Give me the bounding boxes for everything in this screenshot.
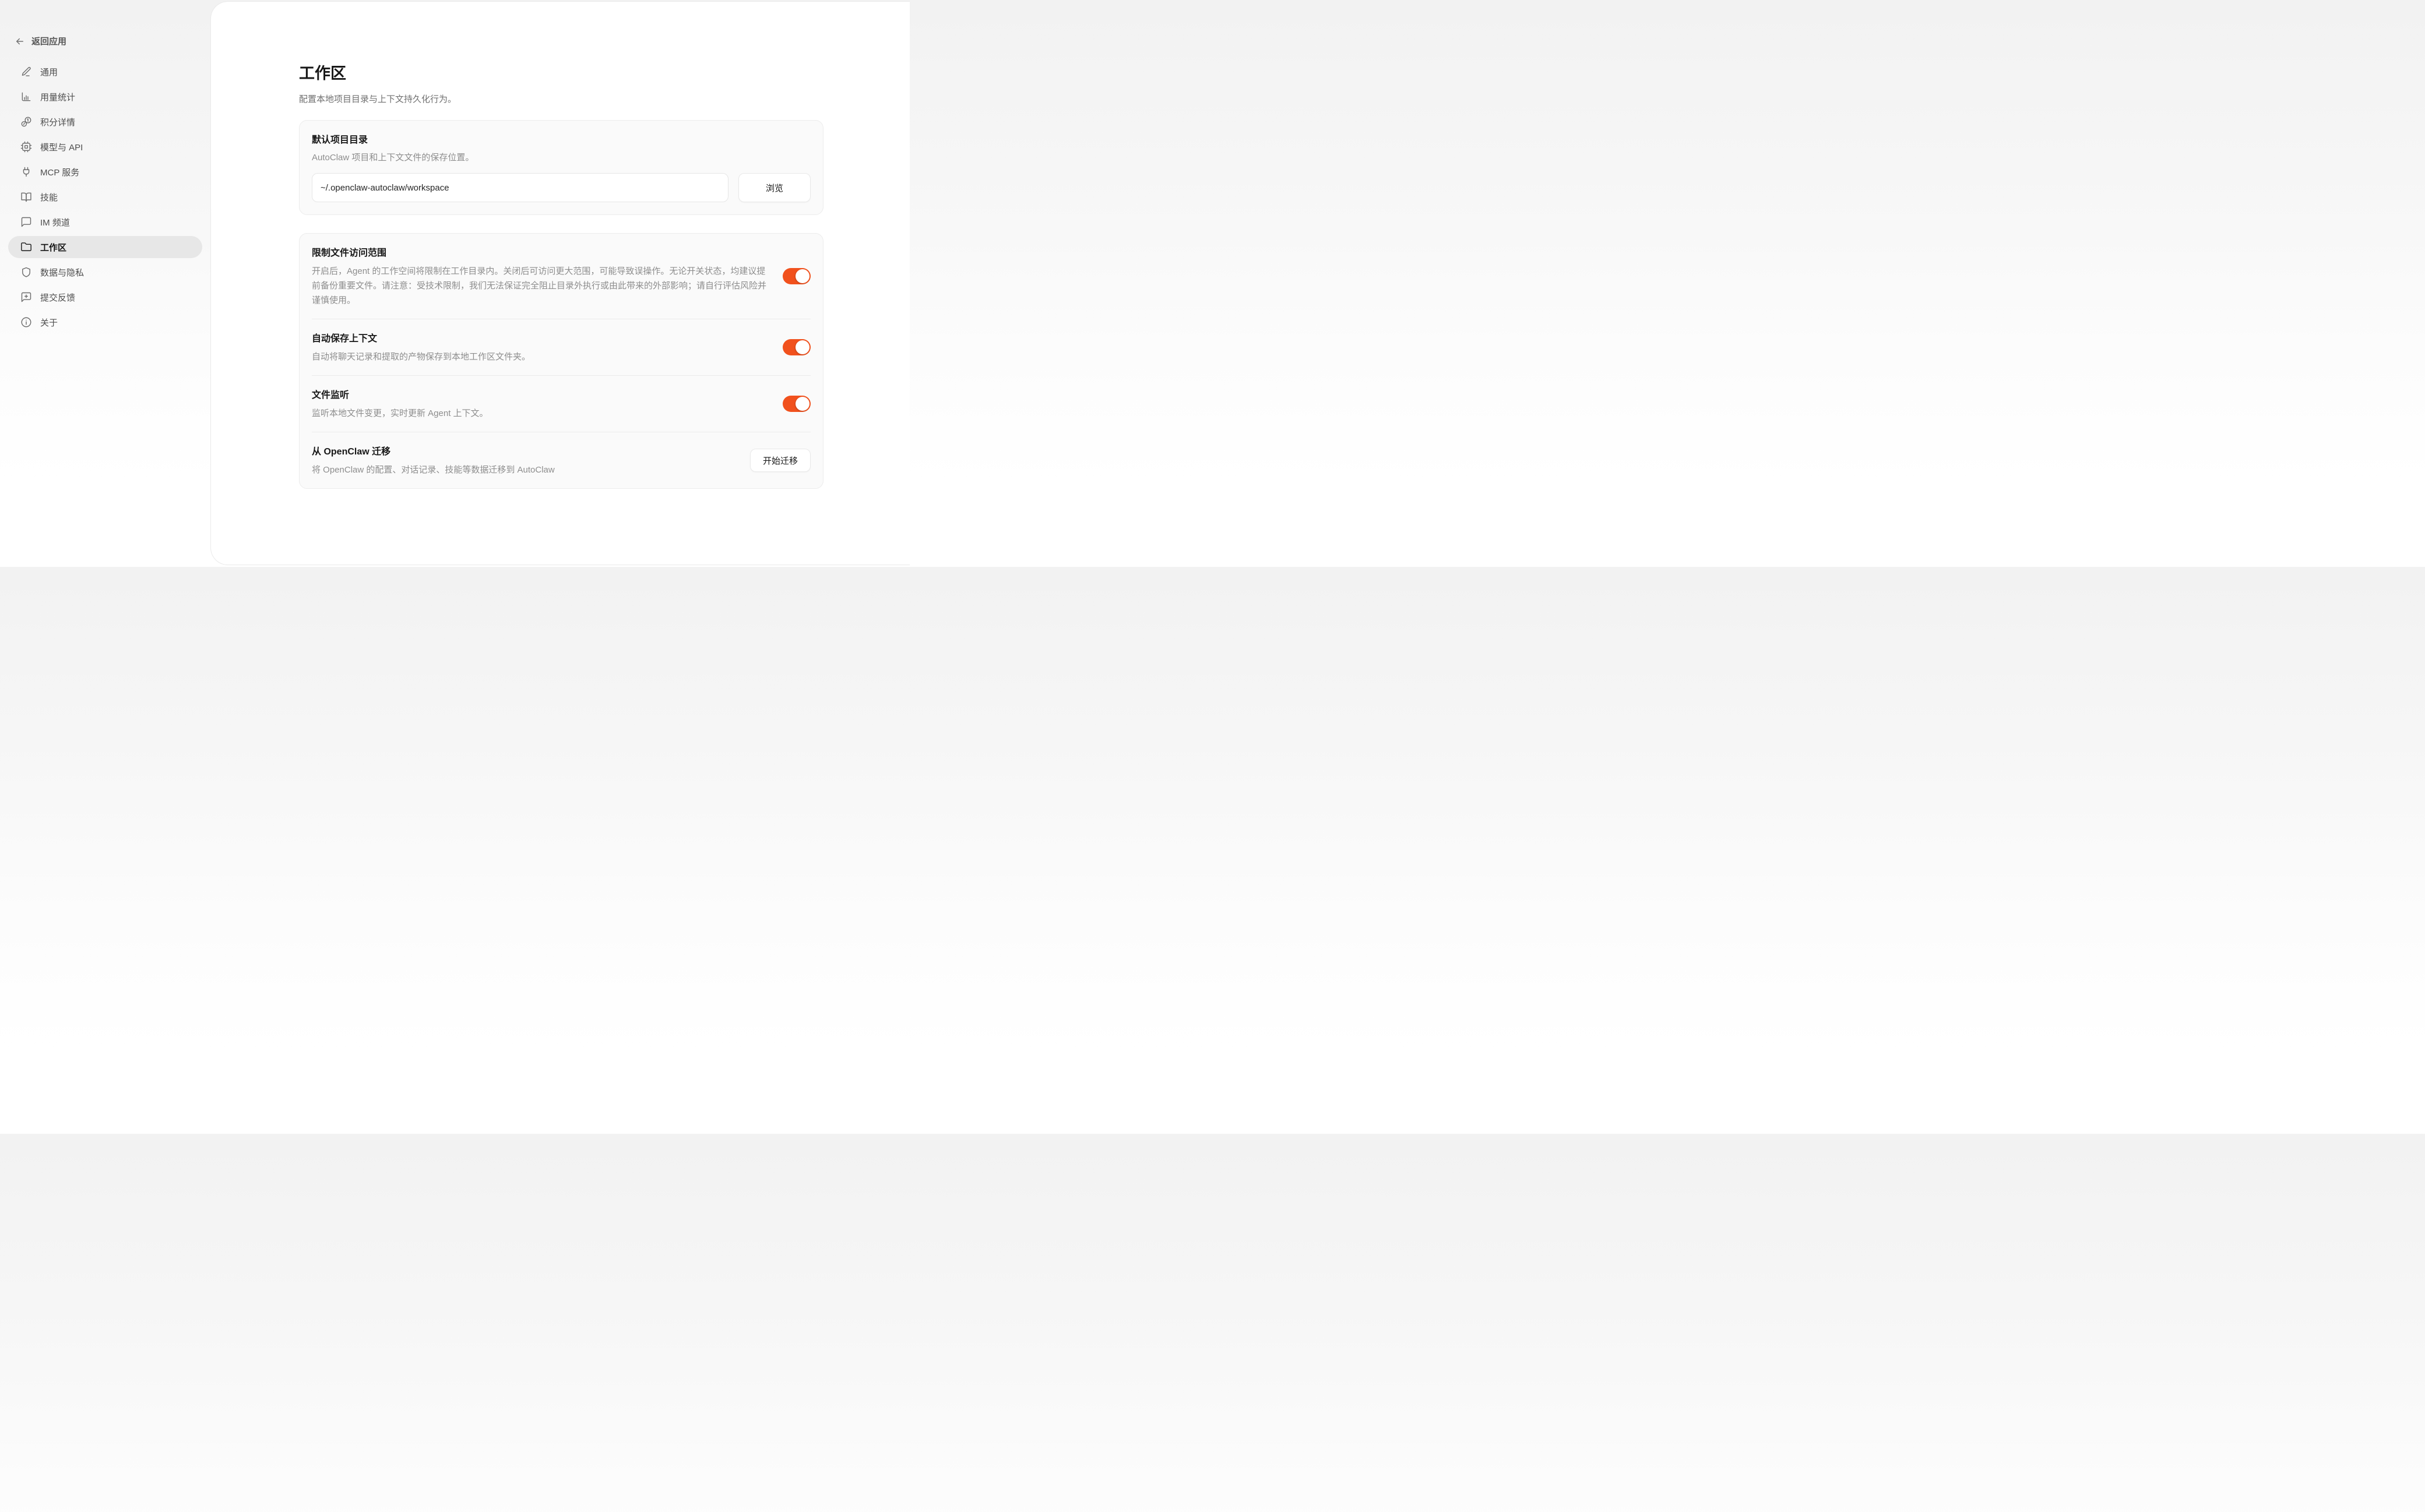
file-watch-title: 文件监听 [312, 387, 769, 401]
toggle-knob [796, 340, 809, 354]
sidebar-nav: 通用 用量统计 积分详情 模型与 API [8, 61, 202, 333]
sidebar-item-workspace[interactable]: 工作区 [8, 236, 202, 258]
toggle-knob [796, 269, 809, 283]
sidebar-item-label: 模型与 API [40, 141, 83, 153]
file-watch-toggle[interactable] [783, 396, 811, 412]
settings-sidebar: 返回应用 通用 用量统计 积分详情 [0, 0, 210, 567]
restrict-file-access-row: 限制文件访问范围 开启后，Agent 的工作空间将限制在工作目录内。关闭后可访问… [300, 234, 823, 319]
sidebar-item-skills[interactable]: 技能 [8, 186, 202, 208]
sidebar-item-label: 通用 [40, 66, 58, 78]
sidebar-item-label: 工作区 [40, 241, 66, 253]
sidebar-item-data-privacy[interactable]: 数据与隐私 [8, 261, 202, 283]
sidebar-item-label: 技能 [40, 191, 58, 203]
coins-icon [20, 116, 32, 128]
auto-save-context-title: 自动保存上下文 [312, 330, 769, 344]
back-to-app-label: 返回应用 [31, 35, 66, 47]
start-migration-button[interactable]: 开始迁移 [750, 449, 811, 472]
plug-icon [20, 166, 32, 178]
auto-save-context-row: 自动保存上下文 自动将聊天记录和提取的产物保存到本地工作区文件夹。 [300, 319, 823, 375]
pen-icon [20, 66, 32, 77]
migrate-row: 从 OpenClaw 迁移 将 OpenClaw 的配置、对话记录、技能等数据迁… [300, 432, 823, 488]
sidebar-item-label: 用量统计 [40, 91, 75, 103]
sidebar-item-general[interactable]: 通用 [8, 61, 202, 83]
sidebar-item-label: 关于 [40, 316, 58, 329]
default-directory-card: 默认项目目录 AutoClaw 项目和上下文文件的保存位置。 浏览 [299, 120, 823, 215]
sidebar-item-im-channels[interactable]: IM 频道 [8, 211, 202, 233]
settings-main-panel: 工作区 配置本地项目目录与上下文持久化行为。 默认项目目录 AutoClaw 项… [210, 1, 910, 565]
message-square-icon [20, 216, 32, 228]
page-subtitle: 配置本地项目目录与上下文持久化行为。 [299, 93, 824, 105]
bar-chart-icon [20, 91, 32, 103]
sidebar-item-label: 提交反馈 [40, 291, 75, 304]
migrate-description: 将 OpenClaw 的配置、对话记录、技能等数据迁移到 AutoClaw [312, 463, 736, 477]
sidebar-item-feedback[interactable]: 提交反馈 [8, 286, 202, 308]
book-open-icon [20, 191, 32, 203]
file-watch-description: 监听本地文件变更，实时更新 Agent 上下文。 [312, 406, 769, 421]
folder-icon [20, 241, 32, 253]
sidebar-item-credits[interactable]: 积分详情 [8, 111, 202, 133]
back-to-app-button[interactable]: 返回应用 [15, 35, 66, 47]
restrict-file-access-title: 限制文件访问范围 [312, 245, 769, 259]
cpu-icon [20, 141, 32, 153]
directory-path-input[interactable] [312, 173, 728, 202]
sidebar-item-usage-stats[interactable]: 用量统计 [8, 86, 202, 108]
sidebar-item-about[interactable]: 关于 [8, 311, 202, 333]
browse-button[interactable]: 浏览 [738, 173, 811, 202]
auto-save-context-description: 自动将聊天记录和提取的产物保存到本地工作区文件夹。 [312, 350, 769, 364]
sidebar-item-label: MCP 服务 [40, 166, 79, 178]
file-watch-row: 文件监听 监听本地文件变更，实时更新 Agent 上下文。 [300, 376, 823, 432]
sidebar-item-models-api[interactable]: 模型与 API [8, 136, 202, 158]
restrict-file-access-description: 开启后，Agent 的工作空间将限制在工作目录内。关闭后可访问更大范围，可能导致… [312, 264, 769, 308]
sidebar-item-label: IM 频道 [40, 216, 70, 228]
arrow-left-icon [15, 36, 25, 47]
default-directory-description: AutoClaw 项目和上下文文件的保存位置。 [312, 151, 811, 163]
workspace-settings-card: 限制文件访问范围 开启后，Agent 的工作空间将限制在工作目录内。关闭后可访问… [299, 233, 823, 489]
sidebar-item-label: 积分详情 [40, 116, 75, 128]
shield-icon [20, 266, 32, 278]
auto-save-context-toggle[interactable] [783, 339, 811, 355]
restrict-file-access-toggle[interactable] [783, 268, 811, 284]
toggle-knob [796, 397, 809, 411]
sidebar-item-label: 数据与隐私 [40, 266, 84, 279]
default-directory-title: 默认项目目录 [312, 132, 811, 146]
page-title: 工作区 [299, 64, 824, 83]
message-square-plus-icon [20, 291, 32, 303]
migrate-title: 从 OpenClaw 迁移 [312, 443, 736, 457]
sidebar-item-mcp-services[interactable]: MCP 服务 [8, 161, 202, 183]
info-icon [20, 316, 32, 328]
